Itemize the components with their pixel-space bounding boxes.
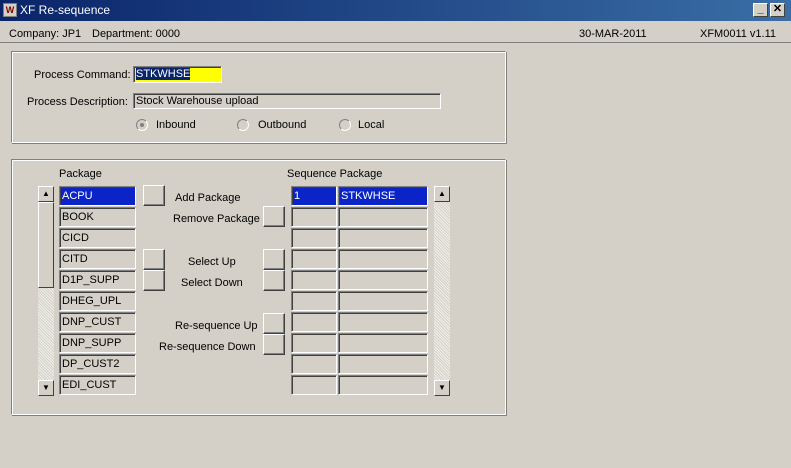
sequence-number-cell[interactable] [291, 354, 337, 374]
process-command-field[interactable]: STKWHSE [133, 66, 222, 83]
package-item[interactable]: DNP_SUPP [59, 333, 136, 353]
title-bar: W XF Re-sequence _ ✕ [0, 0, 791, 21]
remove-package-button[interactable] [263, 206, 285, 227]
minimize-icon: _ [757, 3, 764, 15]
sequence-scroll-up-button[interactable]: ▲ [434, 186, 450, 202]
sequence-package-cell[interactable] [338, 333, 428, 353]
local-radio[interactable] [339, 119, 351, 131]
package-scroll-down-button[interactable]: ▼ [38, 380, 54, 396]
sequence-package-cell[interactable] [338, 207, 428, 227]
sequence-package-cell[interactable] [338, 270, 428, 290]
process-command-value: STKWHSE [136, 68, 191, 80]
select-down-right-button[interactable] [263, 270, 285, 291]
close-button[interactable]: ✕ [770, 3, 785, 17]
sequence-package-cell[interactable]: STKWHSE [338, 186, 428, 206]
sequence-package-cell[interactable] [338, 228, 428, 248]
sequence-package-cell[interactable] [338, 291, 428, 311]
sequence-number-cell[interactable] [291, 207, 337, 227]
resequence-up-button[interactable] [263, 313, 285, 334]
version-label: XFM0011 v1.11 [700, 28, 777, 40]
sequence-number-cell[interactable] [291, 312, 337, 332]
sequence-number-cell[interactable]: 1 [291, 186, 337, 206]
select-down-left-button[interactable] [143, 270, 165, 291]
package-item[interactable]: DHEG_UPL [59, 291, 136, 311]
add-package-label: Add Package [175, 192, 241, 204]
sequence-package-header: Sequence Package [287, 168, 383, 180]
date-label: 30-MAR-2011 [579, 28, 647, 40]
process-description-label: Process Description: [27, 96, 128, 108]
department-label: Department: 0000 [92, 28, 181, 40]
app-icon: W [3, 3, 17, 17]
inbound-label: Inbound [156, 119, 196, 131]
sequence-package-cell[interactable] [338, 354, 428, 374]
down-arrow-icon: ▼ [42, 383, 50, 392]
package-item[interactable]: ACPU [59, 186, 136, 206]
process-command-label: Process Command: [34, 69, 131, 81]
outbound-label: Outbound [258, 119, 307, 131]
window-title: XF Re-sequence [20, 3, 111, 17]
sequence-number-cell[interactable] [291, 375, 337, 395]
package-scroll-up-button[interactable]: ▲ [38, 186, 54, 202]
sequence-number-cell[interactable] [291, 249, 337, 269]
sequence-number-cell[interactable] [291, 270, 337, 290]
select-up-label: Select Up [188, 256, 236, 268]
package-item[interactable]: CITD [59, 249, 136, 269]
outbound-radio[interactable] [237, 119, 249, 131]
package-item[interactable]: DP_CUST2 [59, 354, 136, 374]
sequence-scrollbar[interactable] [434, 186, 450, 396]
resequence-down-button[interactable] [263, 334, 285, 355]
sequence-package-cell[interactable] [338, 312, 428, 332]
package-item[interactable]: EDI_CUST [59, 375, 136, 395]
up-arrow-icon: ▲ [438, 189, 446, 198]
up-arrow-icon: ▲ [42, 189, 50, 198]
package-item[interactable]: D1P_SUPP [59, 270, 136, 290]
sequence-package-cell[interactable] [338, 249, 428, 269]
process-description-field[interactable]: Stock Warehouse upload [133, 93, 441, 109]
company-label: Company: JP1 [9, 28, 82, 40]
sequence-package-cell[interactable] [338, 375, 428, 395]
package-item[interactable]: DNP_CUST [59, 312, 136, 332]
down-arrow-icon: ▼ [438, 383, 446, 392]
info-bar: Company: JP1 Department: 0000 30-MAR-201… [0, 22, 791, 43]
resequence-up-label: Re-sequence Up [175, 320, 258, 332]
sequence-number-cell[interactable] [291, 333, 337, 353]
sequence-number-cell[interactable] [291, 228, 337, 248]
remove-package-label: Remove Package [173, 213, 260, 225]
package-item[interactable]: BOOK [59, 207, 136, 227]
select-up-right-button[interactable] [263, 249, 285, 270]
package-item[interactable]: CICD [59, 228, 136, 248]
minimize-button[interactable]: _ [753, 3, 768, 17]
sequence-scroll-down-button[interactable]: ▼ [434, 380, 450, 396]
add-package-button[interactable] [143, 185, 165, 206]
close-icon: ✕ [772, 3, 783, 15]
inbound-radio[interactable] [136, 119, 148, 131]
sequence-number-cell[interactable] [291, 291, 337, 311]
package-header: Package [59, 168, 102, 180]
resequence-down-label: Re-sequence Down [159, 341, 256, 353]
select-down-label: Select Down [181, 277, 243, 289]
select-up-left-button[interactable] [143, 249, 165, 270]
local-label: Local [358, 119, 385, 131]
package-scroll-thumb[interactable] [38, 202, 54, 288]
